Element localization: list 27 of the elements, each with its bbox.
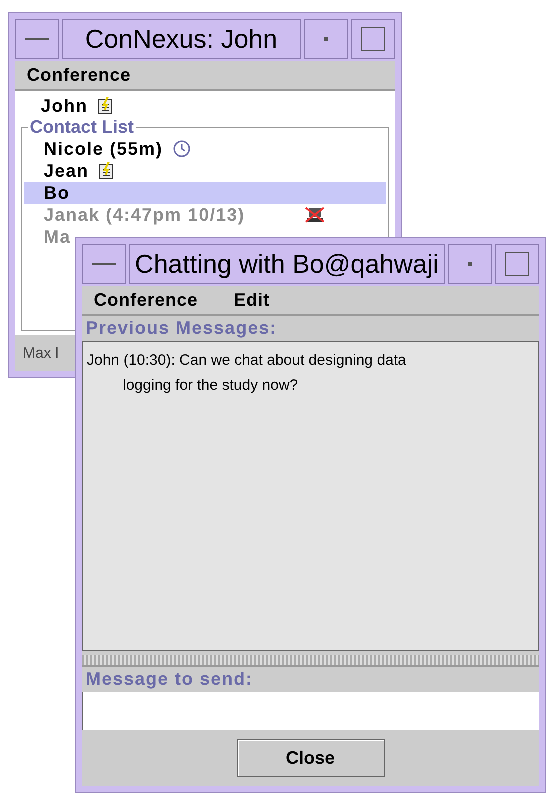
menu-item[interactable]: Conference (27, 64, 132, 86)
window-title: Chatting with Bo@qahwaji (129, 244, 445, 284)
maximize-button[interactable] (495, 244, 539, 284)
splitter-handle[interactable] (82, 655, 539, 667)
minimize-icon (92, 262, 116, 266)
contact-list-title: Contact List (29, 117, 136, 138)
user-name: John (41, 96, 88, 116)
contact-item[interactable]: Nicole (55m) (24, 138, 386, 160)
note-icon (99, 162, 116, 180)
restore-button[interactable] (304, 19, 348, 59)
restore-button[interactable] (448, 244, 492, 284)
contact-item[interactable]: Bo (24, 182, 386, 204)
menu-item[interactable]: Conference (94, 290, 198, 310)
contact-item[interactable]: Jean (24, 160, 386, 182)
window-title: ConNexus: John (62, 19, 301, 59)
crossed-computer-icon (304, 206, 326, 224)
menu-item[interactable]: Edit (234, 290, 270, 310)
note-icon (98, 97, 114, 115)
maximize-icon (505, 252, 529, 276)
minimize-button[interactable] (82, 244, 126, 284)
maximize-icon (361, 27, 385, 51)
message-input[interactable] (82, 692, 539, 730)
close-button[interactable]: Close (236, 739, 384, 777)
minimize-button[interactable] (15, 19, 59, 59)
clock-icon (173, 140, 192, 158)
minimize-icon (25, 38, 49, 40)
maximize-button[interactable] (351, 19, 395, 59)
